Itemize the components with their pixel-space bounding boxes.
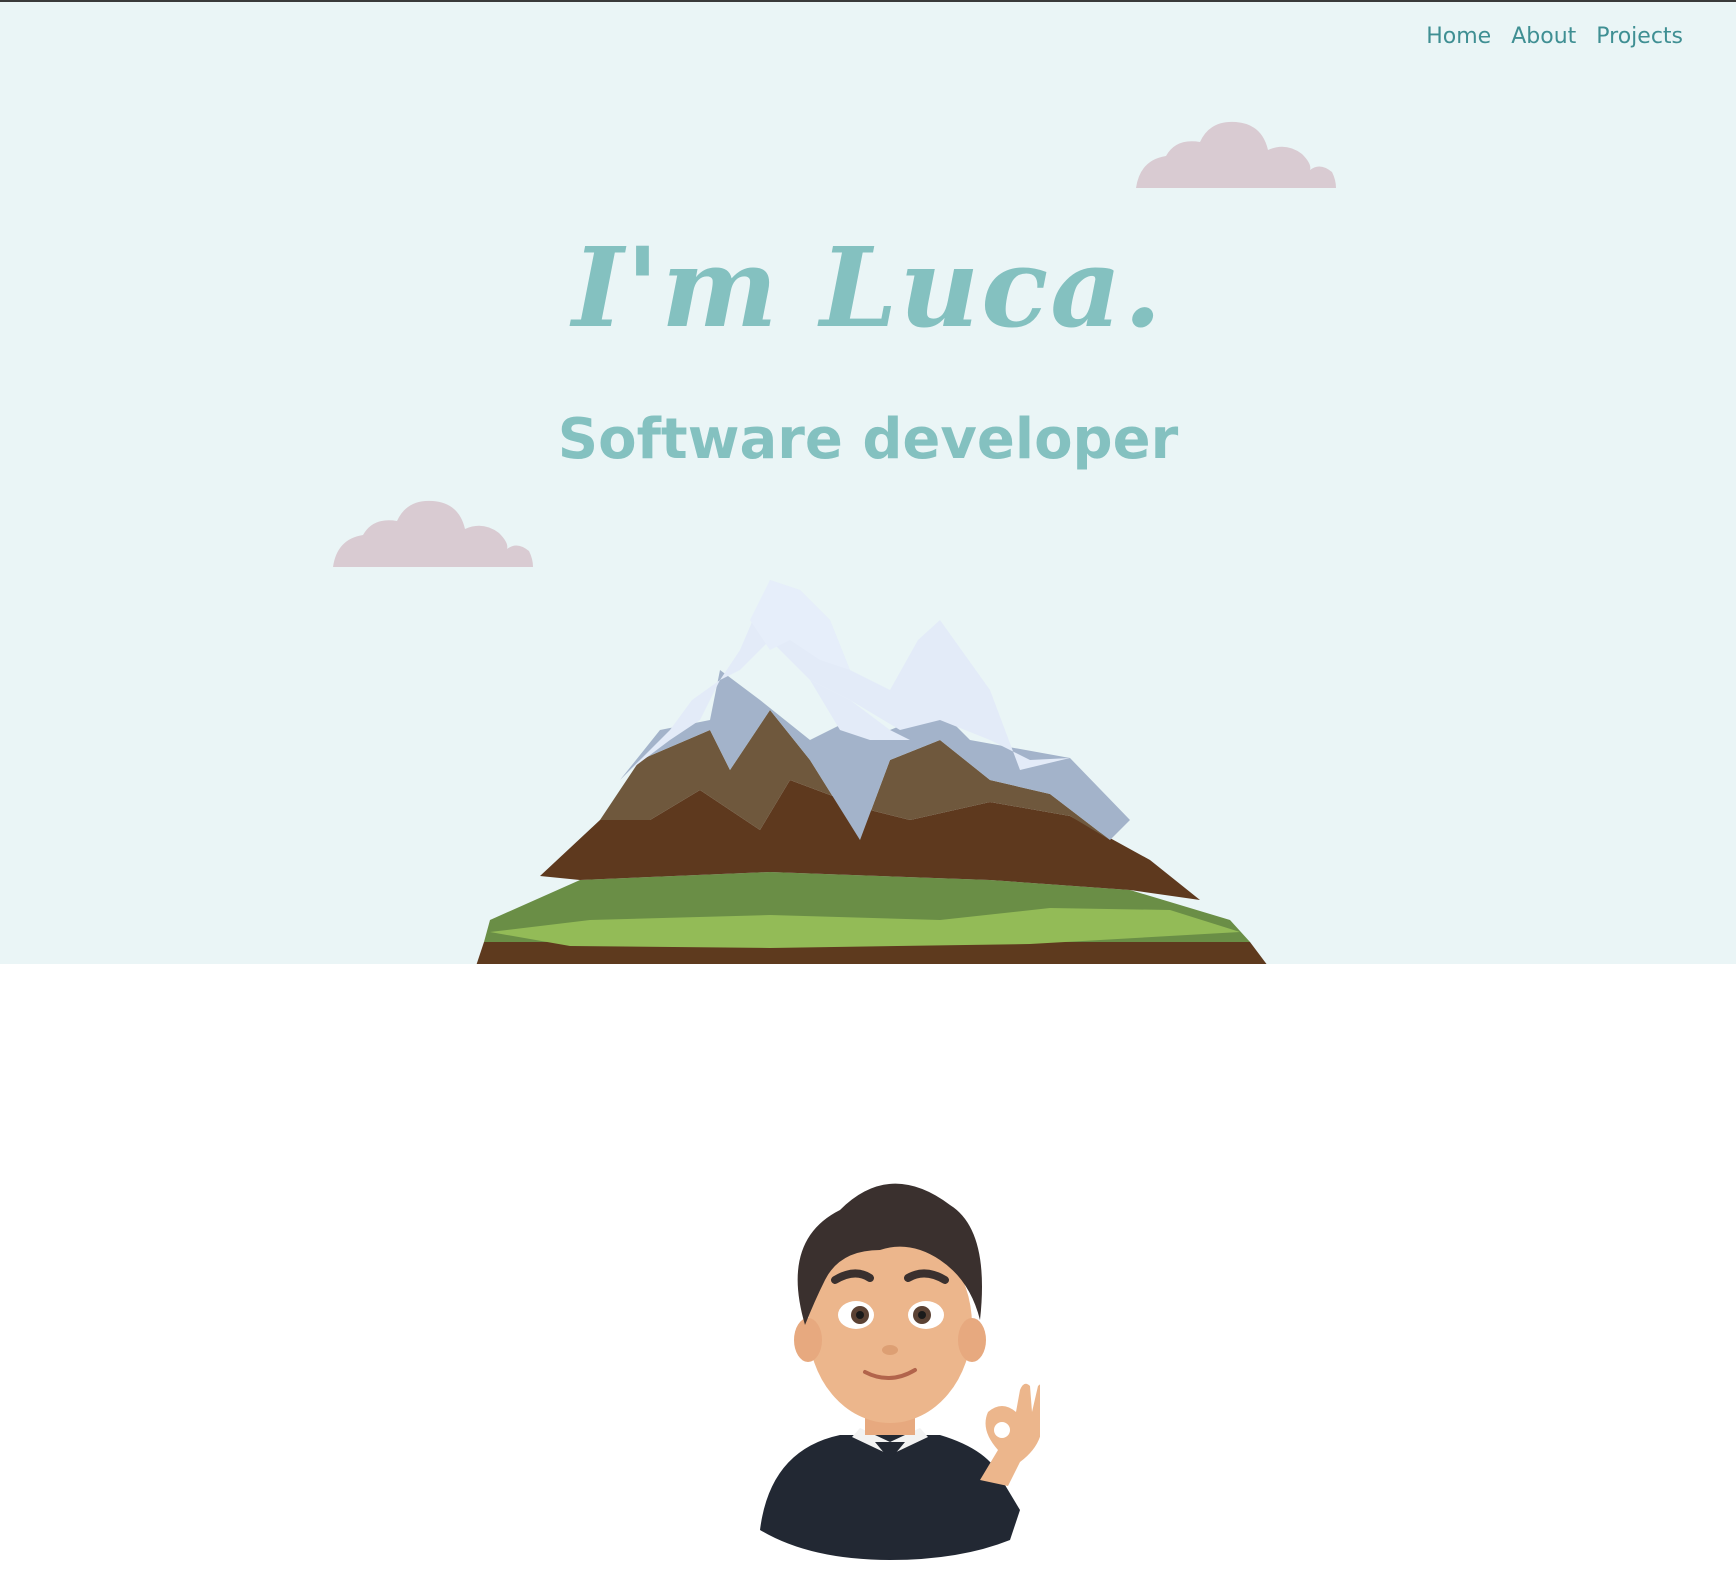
mountain-illustration <box>476 580 1267 964</box>
top-nav: Home About Projects <box>1426 24 1683 49</box>
hero-subtitle: Software developer <box>557 407 1179 472</box>
cloud-icon <box>1136 121 1336 188</box>
hero-section: Home About Projects I'm Luca. Software d… <box>0 2 1736 964</box>
nav-projects-link[interactable]: Projects <box>1596 24 1683 49</box>
cloud-icon <box>333 500 533 567</box>
page: Home About Projects I'm Luca. Software d… <box>0 0 1736 1578</box>
avatar-illustration <box>760 1183 1040 1560</box>
nav-home-link[interactable]: Home <box>1426 24 1491 49</box>
nav-about-link[interactable]: About <box>1511 24 1576 49</box>
hero-title: I'm Luca. <box>572 223 1164 352</box>
